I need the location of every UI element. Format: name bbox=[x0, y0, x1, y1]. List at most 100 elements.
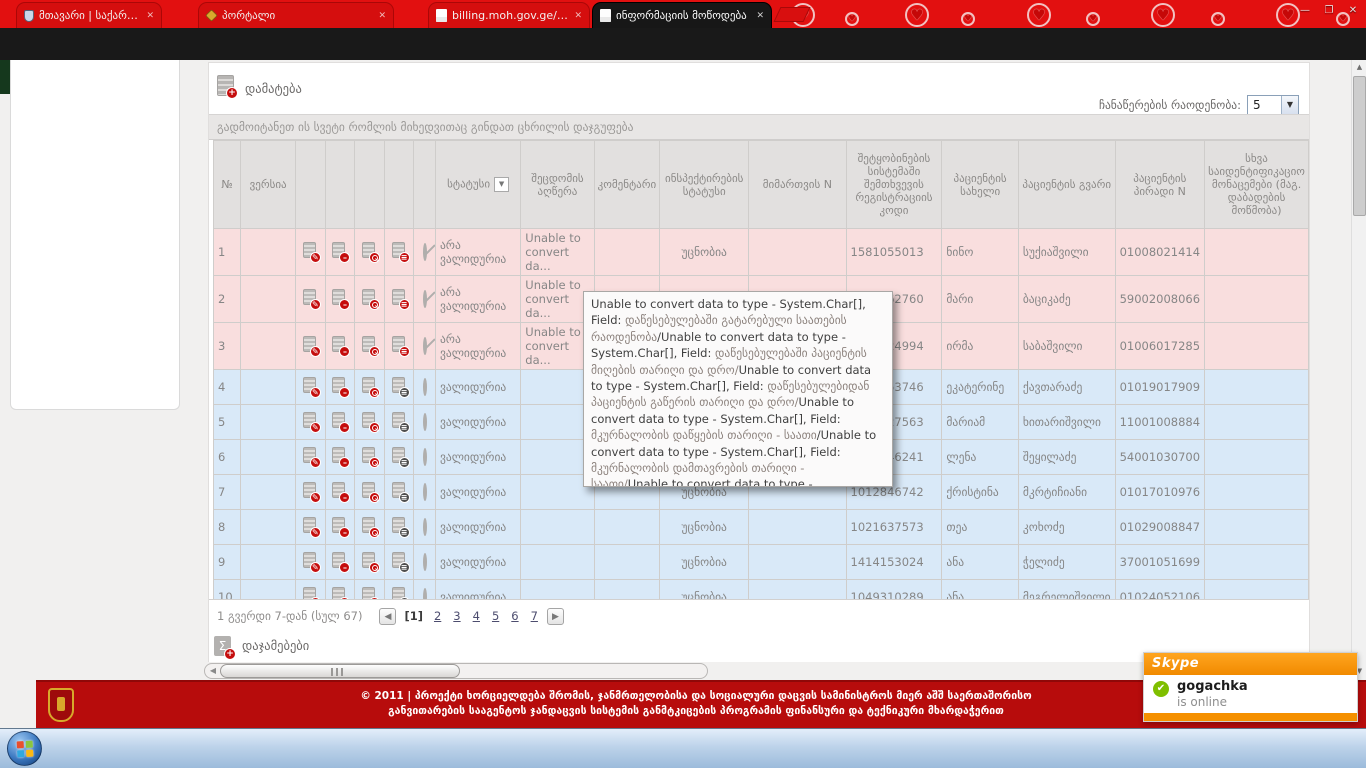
column-header[interactable]: სტატუსი▼ bbox=[435, 141, 520, 229]
prev-page-button[interactable]: ◀ bbox=[379, 608, 396, 625]
column-header[interactable]: ვერსია bbox=[241, 141, 296, 229]
table-cell bbox=[749, 229, 846, 276]
column-header[interactable]: ინსპექტირების სტატუსი bbox=[660, 141, 749, 229]
remove-icon[interactable]: – bbox=[332, 336, 347, 354]
edit-icon[interactable]: ✎ bbox=[303, 482, 318, 500]
column-header[interactable]: სხვა საიდენტიფიკაციო მონაცემები (მაგ. და… bbox=[1205, 141, 1309, 229]
column-header[interactable]: მიმართვის N bbox=[749, 141, 846, 229]
scroll-left-arrow-icon[interactable]: ◀ bbox=[206, 665, 220, 677]
remove-icon[interactable]: – bbox=[332, 447, 347, 465]
view-icon[interactable] bbox=[362, 412, 377, 430]
view-icon[interactable] bbox=[362, 336, 377, 354]
page-icon bbox=[600, 9, 611, 22]
remove-icon[interactable]: – bbox=[332, 517, 347, 535]
column-header[interactable]: შეტყობინების სისტემაში შემთხვევის რეგისტ… bbox=[846, 141, 942, 229]
table-cell: ≡ bbox=[384, 475, 414, 510]
edit-icon[interactable]: ✎ bbox=[303, 289, 318, 307]
chevron-down-icon: ▼ bbox=[1281, 96, 1298, 114]
page-link-5[interactable]: 5 bbox=[492, 609, 499, 623]
horizontal-scroll-thumb[interactable] bbox=[220, 664, 460, 678]
remove-icon[interactable]: – bbox=[332, 552, 347, 570]
edit-icon[interactable]: ✎ bbox=[303, 552, 318, 570]
next-page-button[interactable]: ▶ bbox=[547, 608, 564, 625]
column-header[interactable]: კომენტარი bbox=[594, 141, 660, 229]
scroll-up-arrow-icon[interactable]: ▲ bbox=[1353, 60, 1366, 75]
remove-icon[interactable]: – bbox=[332, 482, 347, 500]
remove-icon[interactable]: – bbox=[332, 242, 347, 260]
table-cell: 1021637573 bbox=[846, 510, 942, 545]
view-icon[interactable] bbox=[362, 517, 377, 535]
desktop: ♥♥♥♥♥♥♥♥♥♥ მთავარი | საქართველოს✕პორტალი… bbox=[0, 0, 1366, 768]
table-cell: – bbox=[325, 323, 355, 370]
page-link-7[interactable]: 7 bbox=[531, 609, 538, 623]
column-header[interactable]: პაციენტის გვარი bbox=[1018, 141, 1115, 229]
table-cell bbox=[749, 545, 846, 580]
table-cell bbox=[1205, 440, 1309, 475]
remove-icon[interactable]: – bbox=[332, 412, 347, 430]
horizontal-scrollbar[interactable]: ◀ bbox=[204, 663, 708, 679]
summaries-button[interactable]: დაჯამებები bbox=[242, 638, 309, 653]
page-link-6[interactable]: 6 bbox=[511, 609, 518, 623]
skype-contact-status: is online bbox=[1177, 695, 1227, 709]
tab-close-icon[interactable]: ✕ bbox=[574, 11, 582, 21]
details-icon[interactable]: ≡ bbox=[392, 289, 407, 307]
edit-icon[interactable]: ✎ bbox=[303, 377, 318, 395]
add-record-icon[interactable]: + bbox=[217, 75, 234, 96]
browser-tab-4[interactable]: ინფორმაციის მოწოდება✕ bbox=[592, 2, 772, 28]
browser-tab-1[interactable]: მთავარი | საქართველოს✕ bbox=[16, 2, 162, 28]
vertical-scrollbar[interactable]: ▲ ▼ bbox=[1351, 60, 1366, 680]
table-cell bbox=[241, 545, 296, 580]
view-icon[interactable] bbox=[362, 377, 377, 395]
details-icon[interactable]: ≡ bbox=[392, 517, 407, 535]
browser-tab-2[interactable]: პორტალი✕ bbox=[198, 2, 394, 28]
add-record-button[interactable]: დამატება bbox=[245, 81, 302, 96]
browser-tab-3[interactable]: billing.moh.gov.ge/Pages✕ bbox=[428, 2, 590, 28]
details-icon[interactable]: ≡ bbox=[392, 242, 407, 260]
details-icon[interactable]: ≡ bbox=[392, 377, 407, 395]
details-icon[interactable]: ≡ bbox=[392, 482, 407, 500]
page-link-2[interactable]: 2 bbox=[434, 609, 441, 623]
edit-icon[interactable]: ✎ bbox=[303, 447, 318, 465]
table-cell bbox=[241, 323, 296, 370]
column-header[interactable]: პაციენტის სახელი bbox=[942, 141, 1018, 229]
page-link-4[interactable]: 4 bbox=[473, 609, 480, 623]
table-cell: – bbox=[325, 276, 355, 323]
column-header[interactable]: № bbox=[214, 141, 241, 229]
records-count-select[interactable]: 5 ▼ bbox=[1247, 95, 1299, 115]
edit-icon[interactable]: ✎ bbox=[303, 336, 318, 354]
details-icon[interactable]: ≡ bbox=[392, 412, 407, 430]
status-filter-button[interactable]: ▼ bbox=[494, 177, 509, 192]
remove-icon[interactable]: – bbox=[332, 289, 347, 307]
edit-icon[interactable]: ✎ bbox=[303, 242, 318, 260]
view-icon[interactable] bbox=[362, 482, 377, 500]
tab-close-icon[interactable]: ✕ bbox=[378, 11, 386, 21]
summary-sigma-icon[interactable]: Σ+ bbox=[214, 636, 231, 656]
table-cell: ლენა bbox=[942, 440, 1018, 475]
start-button[interactable] bbox=[7, 731, 42, 766]
table-cell: ირმა bbox=[942, 323, 1018, 370]
page-link-3[interactable]: 3 bbox=[453, 609, 460, 623]
column-header[interactable]: შეცდომის აღწერა bbox=[521, 141, 594, 229]
view-icon[interactable] bbox=[362, 447, 377, 465]
restore-button[interactable]: ❐ bbox=[1318, 3, 1340, 18]
table-cell bbox=[1205, 276, 1309, 323]
details-icon[interactable]: ≡ bbox=[392, 447, 407, 465]
vertical-scroll-thumb[interactable] bbox=[1353, 76, 1366, 216]
emblem-icon bbox=[205, 9, 217, 21]
tab-close-icon[interactable]: ✕ bbox=[756, 11, 764, 21]
view-icon[interactable] bbox=[362, 289, 377, 307]
column-header[interactable]: პაციენტის პირადი N bbox=[1115, 141, 1204, 229]
skype-notification[interactable]: Skype ✔ gogachka is online bbox=[1143, 652, 1358, 722]
remove-icon[interactable]: – bbox=[332, 377, 347, 395]
tab-close-icon[interactable]: ✕ bbox=[146, 11, 154, 21]
table-cell: 01017010976 bbox=[1115, 475, 1204, 510]
edit-icon[interactable]: ✎ bbox=[303, 517, 318, 535]
close-button[interactable]: ✕ bbox=[1342, 3, 1364, 18]
view-icon[interactable] bbox=[362, 242, 377, 260]
minimize-button[interactable]: — bbox=[1294, 3, 1316, 18]
edit-icon[interactable]: ✎ bbox=[303, 412, 318, 430]
view-icon[interactable] bbox=[362, 552, 377, 570]
details-icon[interactable]: ≡ bbox=[392, 336, 407, 354]
details-icon[interactable]: ≡ bbox=[392, 552, 407, 570]
table-cell: უცნობია bbox=[660, 510, 749, 545]
